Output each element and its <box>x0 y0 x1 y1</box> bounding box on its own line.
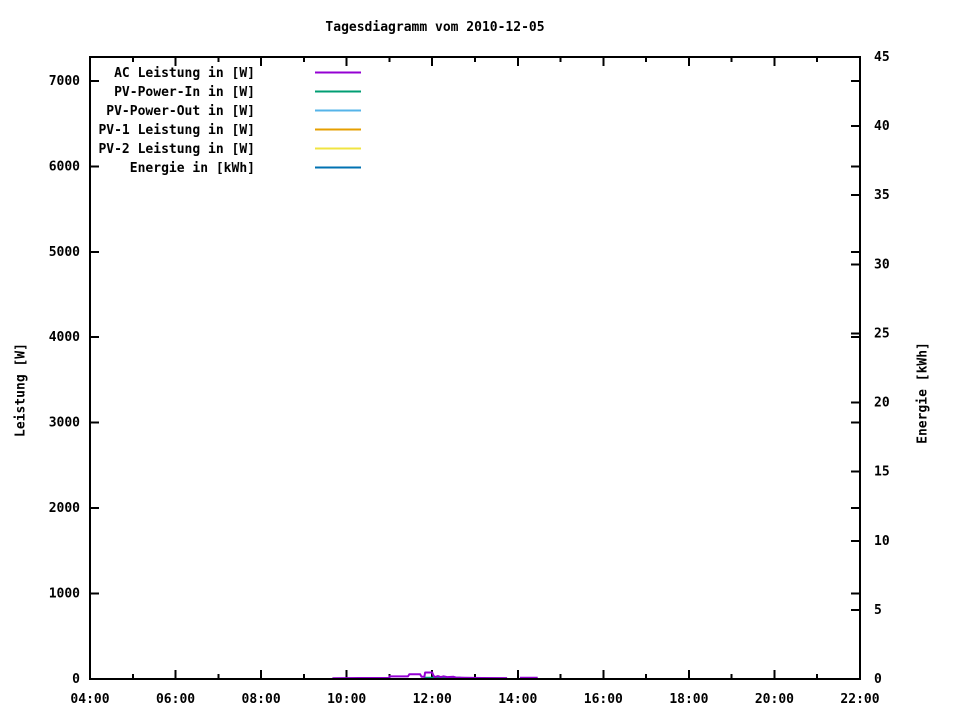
legend: AC Leistung in [W] PV-Power-In in [W] PV-P… <box>98 66 361 176</box>
x-tick-label: 10:00 <box>327 692 366 707</box>
x-tick-label: 14:00 <box>498 692 537 707</box>
legend-entry: Energie in [kWh] <box>130 161 361 176</box>
y1-tick-label: 3000 <box>49 416 80 431</box>
y1-axis-title: Leistung [W] <box>14 343 29 437</box>
x-tick-label: 16:00 <box>584 692 623 707</box>
legend-entry: PV-2 Leistung in [W] <box>98 142 361 157</box>
legend-entry: PV-Power-Out in [W] <box>106 104 361 119</box>
y1-tick-label: 6000 <box>49 159 80 174</box>
x-tick-label: 20:00 <box>755 692 794 707</box>
plot-area: 04:00 06:00 08:00 10:00 12:00 14:00 16:00 18:00… <box>0 0 960 720</box>
legend-label: PV-Power-In in [W] <box>114 85 255 100</box>
y2-tick-label: 40 <box>874 119 890 134</box>
y2-tick-label: 30 <box>874 257 890 272</box>
y1-tick-label: 2000 <box>49 501 80 516</box>
y1-tick-label: 4000 <box>49 330 80 345</box>
y1-tick-label: 1000 <box>49 587 80 602</box>
series-line-ac-leistung-in-w <box>332 673 507 679</box>
x-tick-label: 08:00 <box>242 692 281 707</box>
y1-tick-label: 0 <box>72 672 80 687</box>
y2-tick-label: 25 <box>874 326 890 341</box>
y2-tick-label: 0 <box>874 672 882 687</box>
x-tick-label: 12:00 <box>413 692 452 707</box>
legend-entry: PV-Power-In in [W] <box>114 85 361 100</box>
legend-entry: PV-1 Leistung in [W] <box>98 123 361 138</box>
y2-tick-label: 10 <box>874 534 890 549</box>
legend-label: Energie in [kWh] <box>130 161 255 176</box>
x-tick-label: 04:00 <box>70 692 109 707</box>
legend-label: PV-1 Leistung in [W] <box>98 123 255 138</box>
legend-label: AC Leistung in [W] <box>114 66 255 81</box>
y2-axis-title: Energie [kWh] <box>916 342 931 444</box>
y2-tick-label: 20 <box>874 396 890 411</box>
y1-tick-label: 5000 <box>49 245 80 260</box>
y2-tick-label: 5 <box>874 603 882 618</box>
legend-label: PV-Power-Out in [W] <box>106 104 255 119</box>
y2-tick-label: 15 <box>874 465 890 480</box>
x-tick-label: 22:00 <box>840 692 879 707</box>
legend-label: PV-2 Leistung in [W] <box>98 142 255 157</box>
y2-tick-label: 45 <box>874 50 890 65</box>
x-tick-label: 06:00 <box>156 692 195 707</box>
x-tick-label: 18:00 <box>669 692 708 707</box>
y-axis-right: 0 5 10 15 20 25 30 35 40 45 <box>851 50 890 687</box>
legend-entry: AC Leistung in [W] <box>114 66 361 81</box>
y2-tick-label: 35 <box>874 188 890 203</box>
chart-canvas: Tagesdiagramm vom 2010-12-05 Leistung [W… <box>0 0 960 720</box>
y1-tick-label: 7000 <box>49 74 80 89</box>
chart-title: Tagesdiagramm vom 2010-12-05 <box>325 20 544 35</box>
